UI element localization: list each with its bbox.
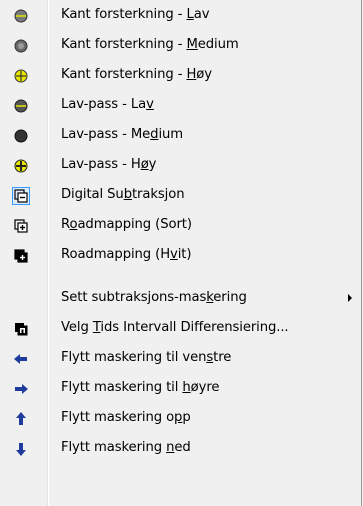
edge-enhance-low-icon [13, 8, 29, 24]
menu-item-move-mask-right[interactable]: Flytt maskering til høyre [3, 375, 358, 403]
arrow-right-icon [13, 381, 29, 397]
menu-item-set-subtraction-masking[interactable]: Sett subtraksjons-maskering [3, 285, 358, 313]
menu-item-edge-enhance-low[interactable]: Kant forsterkning - Lav [3, 2, 358, 30]
arrow-left-icon [13, 351, 29, 367]
arrow-down-icon [13, 441, 29, 457]
menu-item-edge-enhance-high[interactable]: Kant forsterkning - Høy [3, 62, 358, 90]
edge-enhance-medium-icon [13, 38, 29, 54]
arrow-up-icon [13, 411, 29, 427]
menu-item-roadmapping-white[interactable]: Roadmapping (Hvit) [3, 242, 358, 270]
menu-item-move-mask-up[interactable]: Flytt maskering opp [3, 405, 358, 433]
edge-enhance-high-icon [13, 68, 29, 84]
time-interval-icon [13, 321, 29, 337]
menu-item-time-interval[interactable]: Velg Tids Intervall Differensiering... [3, 315, 358, 343]
menu-separator [50, 274, 358, 282]
menu-item-low-pass-medium[interactable]: Lav-pass - Medium [3, 122, 358, 150]
menu-item-move-mask-left[interactable]: Flytt maskering til venstre [3, 345, 358, 373]
menu-item-roadmapping-black[interactable]: Roadmapping (Sort) [3, 212, 358, 240]
context-menu: Kant forsterkning - Lav Kant forsterknin… [0, 0, 362, 506]
menu-item-low-pass-low[interactable]: Lav-pass - Lav [3, 92, 358, 120]
roadmapping-white-icon [13, 248, 29, 264]
menu-item-move-mask-down[interactable]: Flytt maskering ned [3, 435, 358, 463]
submenu-arrow-icon [348, 294, 352, 302]
menu-item-low-pass-high[interactable]: Lav-pass - Høy [3, 152, 358, 180]
low-pass-low-icon [13, 98, 29, 114]
menu-item-digital-subtraction[interactable]: Digital Subtraksjon [3, 182, 358, 210]
low-pass-high-icon [13, 158, 29, 174]
roadmapping-black-icon [13, 218, 29, 234]
digital-subtraction-icon [12, 187, 30, 205]
menu-item-edge-enhance-medium[interactable]: Kant forsterkning - Medium [3, 32, 358, 60]
low-pass-medium-icon [13, 128, 29, 144]
